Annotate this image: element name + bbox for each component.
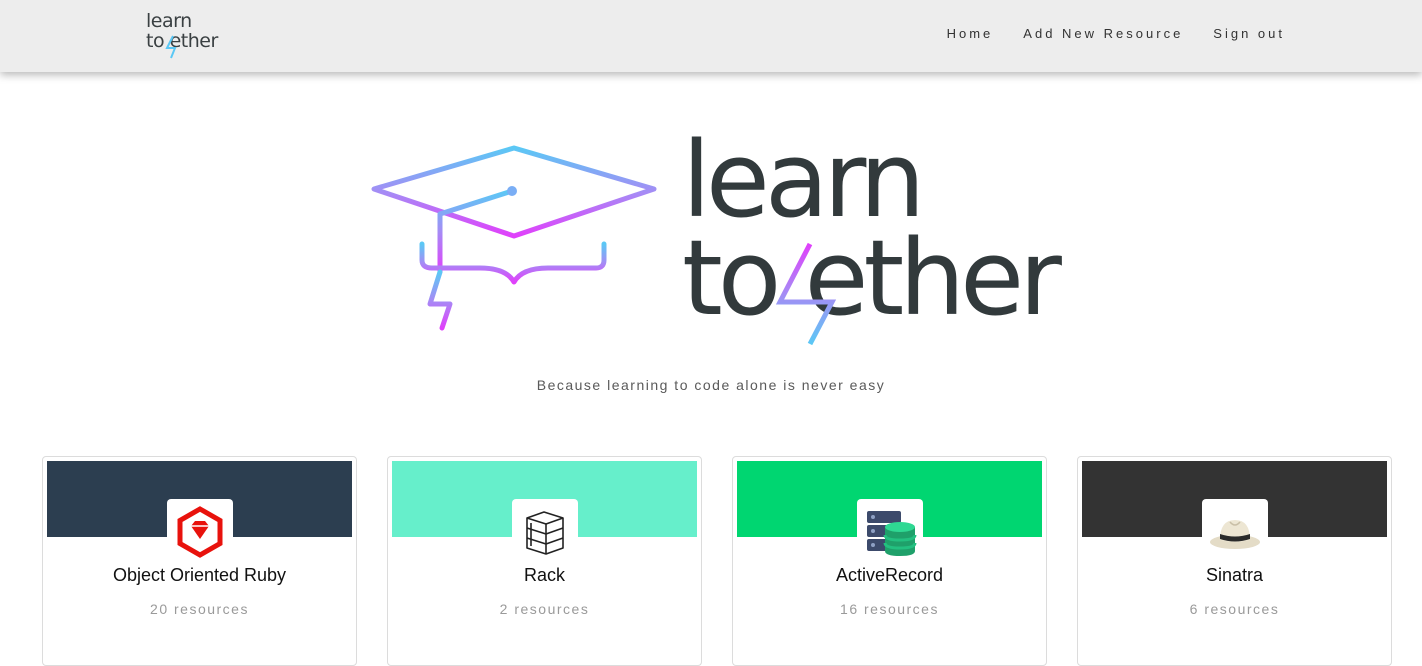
- database-icon: [867, 511, 917, 556]
- card-resource-count: 20 resources: [150, 601, 249, 617]
- brand-logo-line1: learn: [146, 10, 192, 32]
- brand-logo[interactable]: learn to ether: [146, 11, 236, 63]
- hero-tagline: Because learning to code alone is never …: [536, 377, 886, 393]
- lightning-bolt-icon: [165, 35, 177, 59]
- rack-icon: [526, 511, 564, 555]
- hero-logo: learn to ether: [370, 128, 1070, 350]
- graduation-cap-icon: [371, 145, 657, 331]
- brand-logo-line2: to ether: [146, 30, 218, 52]
- nav-add-resource-link[interactable]: Add New Resource: [1023, 26, 1183, 42]
- nav-links: Home Add New Resource Sign out: [917, 26, 1285, 42]
- card-resource-count: 16 resources: [840, 601, 939, 617]
- card-icon-box: [1202, 499, 1268, 565]
- card-title: Object Oriented Ruby: [112, 565, 287, 585]
- nav-sign-out-link[interactable]: Sign out: [1213, 26, 1285, 42]
- resource-card-activerecord[interactable]: ActiveRecord 16 resources: [732, 456, 1047, 666]
- lightning-bolt-icon: [775, 242, 837, 346]
- fedora-hat-icon: [1210, 520, 1260, 549]
- card-icon-box: [167, 499, 233, 565]
- card-icon-box: [512, 499, 578, 565]
- card-title: ActiveRecord: [835, 565, 944, 585]
- card-resource-count: 6 resources: [1189, 601, 1280, 617]
- resource-card-sinatra[interactable]: Sinatra 6 resources: [1077, 456, 1392, 666]
- nav-home-link[interactable]: Home: [947, 26, 994, 42]
- resource-card-object-oriented-ruby[interactable]: Object Oriented Ruby 20 resources: [42, 456, 357, 666]
- card-resource-count: 2 resources: [499, 601, 590, 617]
- card-icon-box: [857, 499, 923, 565]
- hero-word-together: to ether: [682, 217, 1062, 339]
- ruby-gem-icon: [177, 506, 223, 558]
- resource-card-rack[interactable]: Rack 2 resources: [387, 456, 702, 666]
- navbar: learn to ether Home Add New Resource Sig…: [0, 0, 1422, 72]
- card-title: Rack: [523, 565, 565, 585]
- card-title: Sinatra: [1205, 565, 1264, 585]
